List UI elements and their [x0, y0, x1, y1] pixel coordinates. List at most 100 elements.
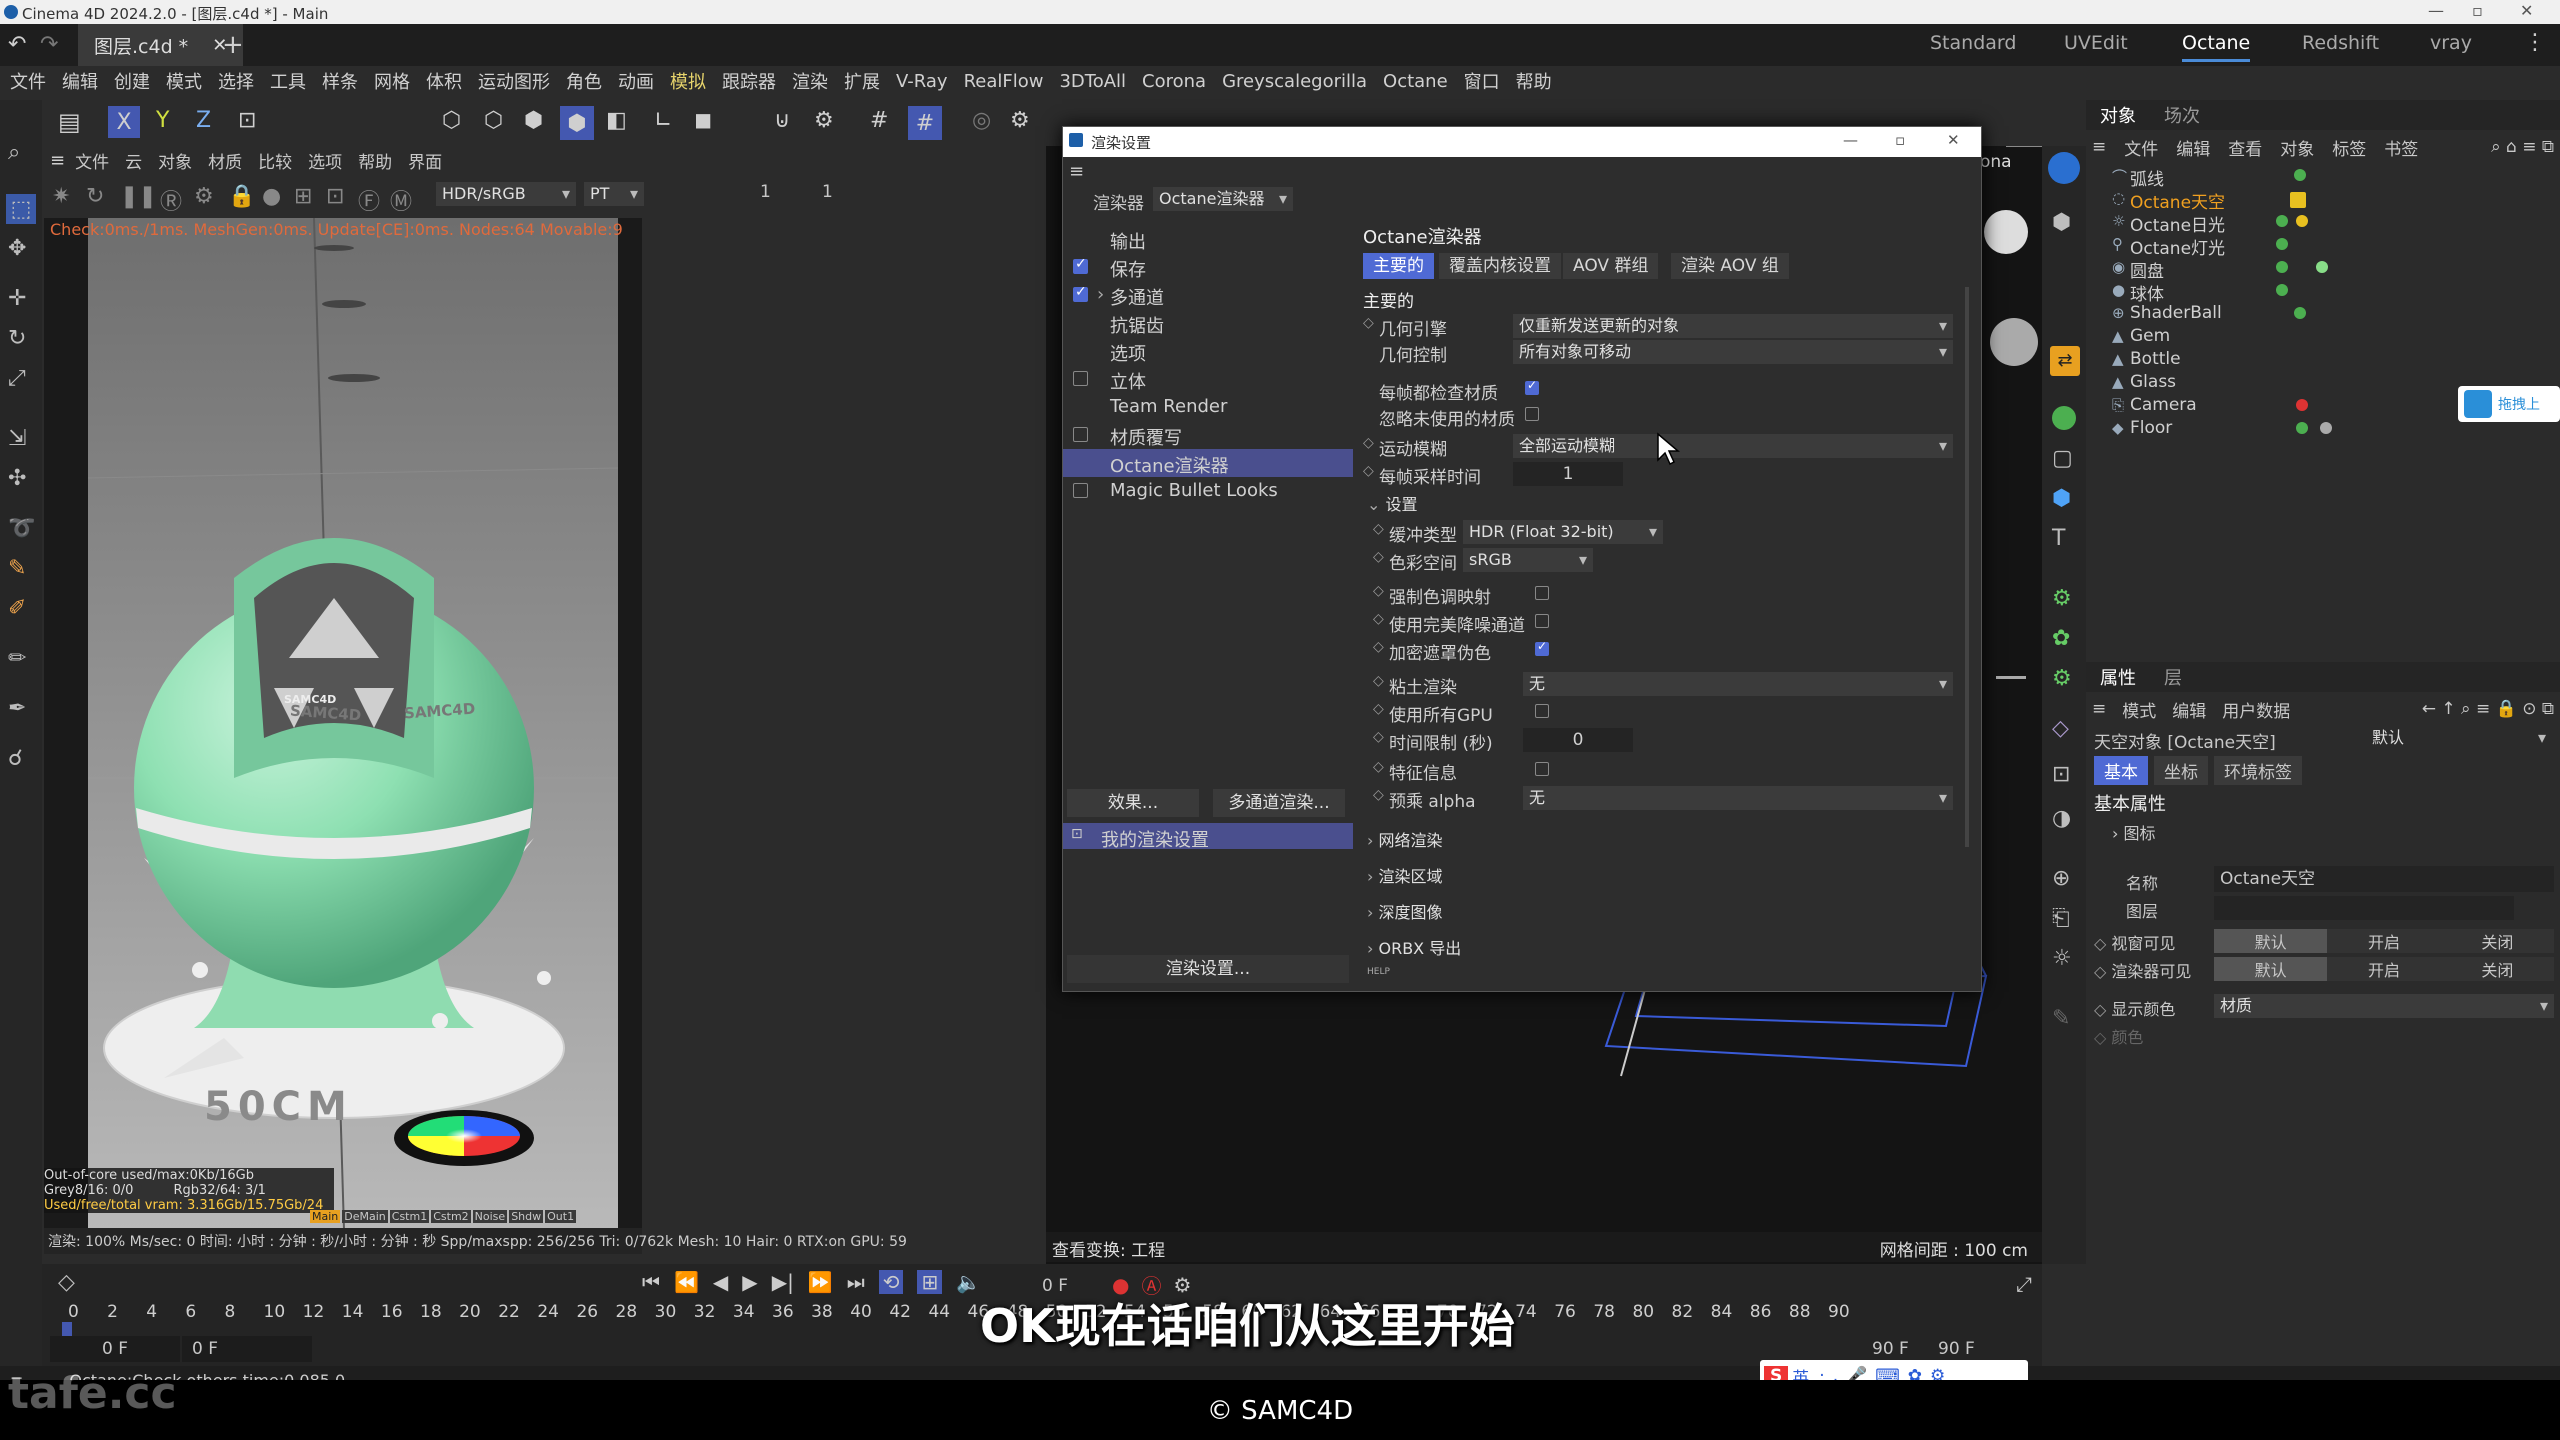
lock-icon[interactable]: 🔒: [228, 184, 255, 209]
world-icon[interactable]: ⊕: [2052, 866, 2070, 891]
transfer-icon[interactable]: ⇄: [2050, 346, 2080, 376]
channel-cstm2[interactable]: Cstm2: [431, 1210, 471, 1223]
menu-mograph[interactable]: 运动图形: [470, 68, 558, 94]
menu-character[interactable]: 角色: [558, 68, 610, 94]
keyframe-icon[interactable]: ◇: [1373, 787, 1384, 803]
features-checkbox[interactable]: [1535, 762, 1549, 776]
help-label[interactable]: HELP: [1367, 967, 1390, 977]
om-menu-view[interactable]: 查看: [2228, 135, 2262, 160]
channel-shdw[interactable]: Shdw: [509, 1210, 544, 1223]
vp-menu-options[interactable]: 选项: [308, 148, 342, 173]
search-icon[interactable]: ⌕: [8, 140, 20, 165]
end-frame-field[interactable]: 90 F: [1938, 1336, 2008, 1362]
octane-live-viewer[interactable]: SAMC4D SAMC4D SAMC4D 50CM Check:0ms./1ms…: [44, 218, 642, 1230]
restart-render-icon[interactable]: ↻: [86, 184, 104, 209]
tab-takes[interactable]: 场次: [2150, 102, 2214, 128]
camera-tool-icon[interactable]: ⊡: [2052, 762, 2070, 787]
object-row-octane-sky[interactable]: ◌ Octane天空: [2086, 187, 2560, 213]
menu-file[interactable]: 文件: [0, 68, 54, 94]
rotate-icon[interactable]: ↻: [8, 326, 26, 351]
keyframe-icon[interactable]: ◇: [1373, 521, 1384, 537]
more-icon[interactable]: ⋮: [2524, 30, 2546, 55]
next-frame-icon[interactable]: ▶|: [772, 1270, 794, 1294]
edges-mode-icon[interactable]: ⬡: [484, 108, 503, 133]
vis-render-off[interactable]: 关闭: [2440, 957, 2554, 981]
menu-volume[interactable]: 体积: [418, 68, 470, 94]
channel-main[interactable]: Main: [310, 1210, 341, 1223]
axis-x-icon[interactable]: X: [108, 106, 140, 138]
layout-tab-redshift[interactable]: Redshift: [2302, 32, 2379, 54]
dialog-maximize-icon[interactable]: ▫: [1895, 131, 1905, 149]
keyframe-icon[interactable]: ◇: [58, 1270, 75, 1295]
paint-icon[interactable]: ✏: [8, 646, 26, 671]
save-checkbox[interactable]: [1073, 256, 1088, 274]
settings-section-header[interactable]: ⌄ 设置: [1367, 491, 1418, 515]
lasso-icon[interactable]: ➰: [8, 516, 35, 541]
om-menu-file[interactable]: 文件: [2124, 135, 2158, 160]
samples-input[interactable]: 1: [1513, 462, 1623, 486]
geo-engine-select[interactable]: 仅重新发送更新的对象: [1513, 314, 1953, 338]
object-row-octane-daylight[interactable]: ☼ Octane日光: [2086, 210, 2560, 236]
renderer-select[interactable]: Octane渲染器: [1153, 187, 1293, 211]
menu-render[interactable]: 渲染: [784, 68, 836, 94]
name-input[interactable]: Octane天空: [2214, 866, 2554, 892]
menu-vray[interactable]: V-Ray: [888, 71, 956, 92]
vis-editor-on[interactable]: 开启: [2327, 929, 2441, 953]
go-end-icon[interactable]: ⏭: [847, 1270, 865, 1294]
keyframe-icon[interactable]: ◇: [1363, 435, 1374, 451]
dialog-close-icon[interactable]: ✕: [1947, 131, 1960, 149]
plane-icon[interactable]: ▢: [2052, 446, 2073, 471]
scale-icon[interactable]: ⤢: [8, 366, 26, 391]
vis-editor-default[interactable]: 默认: [2214, 929, 2328, 953]
workplane-icon[interactable]: ∟: [654, 108, 672, 133]
keyframe-icon[interactable]: ◇: [2094, 1000, 2111, 1019]
am-menu-mode[interactable]: 模式: [2122, 697, 2156, 722]
viewer-field-2[interactable]: 1: [822, 182, 833, 202]
dialog-minimize-icon[interactable]: —: [1843, 131, 1858, 149]
sidebar-item-stereo[interactable]: 立体: [1063, 365, 1353, 393]
grid-snap-icon[interactable]: #: [870, 108, 888, 133]
loop-icon[interactable]: ⟲: [878, 1270, 904, 1294]
magic-bullet-checkbox[interactable]: [1073, 483, 1088, 498]
layout-tab-uvedit[interactable]: UVEdit: [2064, 32, 2128, 54]
menu-window[interactable]: 窗口: [1456, 68, 1508, 94]
icon-section[interactable]: › 图标: [2112, 820, 2156, 844]
settings-icon[interactable]: ⚙: [194, 184, 214, 209]
menu-mesh[interactable]: 网格: [366, 68, 418, 94]
points-mode-icon[interactable]: ⬡: [442, 108, 461, 133]
dialog-menu-icon[interactable]: ≡: [1069, 161, 1084, 182]
clay-render-select[interactable]: 无: [1523, 672, 1953, 696]
prev-key-icon[interactable]: ⏪: [674, 1270, 699, 1294]
snap-icon[interactable]: ✣: [8, 466, 26, 491]
redo-icon[interactable]: ↷: [40, 32, 58, 57]
vp-menu-cloud[interactable]: 云: [125, 148, 142, 173]
move-icon[interactable]: ✛: [8, 286, 26, 311]
keyframe-icon[interactable]: ◇: [1373, 549, 1384, 565]
vp-menu-materials[interactable]: 材质: [208, 148, 242, 173]
knife-icon[interactable]: ✎: [8, 556, 26, 581]
sidebar-item-magic-bullet[interactable]: Magic Bullet Looks: [1063, 477, 1353, 505]
model-mode-icon[interactable]: ▤: [58, 108, 81, 136]
channel-out1[interactable]: Out1: [545, 1210, 577, 1223]
settings-gear-icon[interactable]: ⚙: [814, 108, 834, 133]
sidebar-item-options[interactable]: 选项: [1063, 337, 1353, 365]
menu-extensions[interactable]: 扩展: [836, 68, 888, 94]
new-tab-icon[interactable]: +: [222, 30, 244, 60]
object-row-sphere[interactable]: ● 球体: [2086, 279, 2560, 305]
orbx-export-section[interactable]: › ORBX 导出: [1367, 935, 1461, 959]
keyframe-icon[interactable]: ◇: [2094, 962, 2111, 981]
view-slider[interactable]: [1996, 676, 2026, 679]
menu-simulate[interactable]: 模拟: [662, 68, 714, 94]
menu-tools[interactable]: 工具: [262, 68, 314, 94]
time-limit-input[interactable]: 0: [1523, 728, 1633, 752]
layout-tab-vray[interactable]: vray: [2430, 32, 2472, 54]
scene-icon[interactable]: ◑: [2052, 806, 2071, 831]
vis-render-on[interactable]: 开启: [2327, 957, 2441, 981]
material-tag-icon[interactable]: [2316, 261, 2328, 273]
vp-menu-file[interactable]: 文件: [75, 148, 109, 173]
ime-toolbar[interactable]: S 英 ·,🎤⌨✿⚙: [1760, 1360, 2028, 1380]
sidebar-item-octane-renderer[interactable]: Octane渲染器: [1063, 449, 1353, 477]
axis-z-icon[interactable]: Z: [196, 108, 211, 133]
preview-start-field[interactable]: 0 F: [182, 1336, 312, 1362]
axis-y-icon[interactable]: Y: [156, 108, 169, 133]
